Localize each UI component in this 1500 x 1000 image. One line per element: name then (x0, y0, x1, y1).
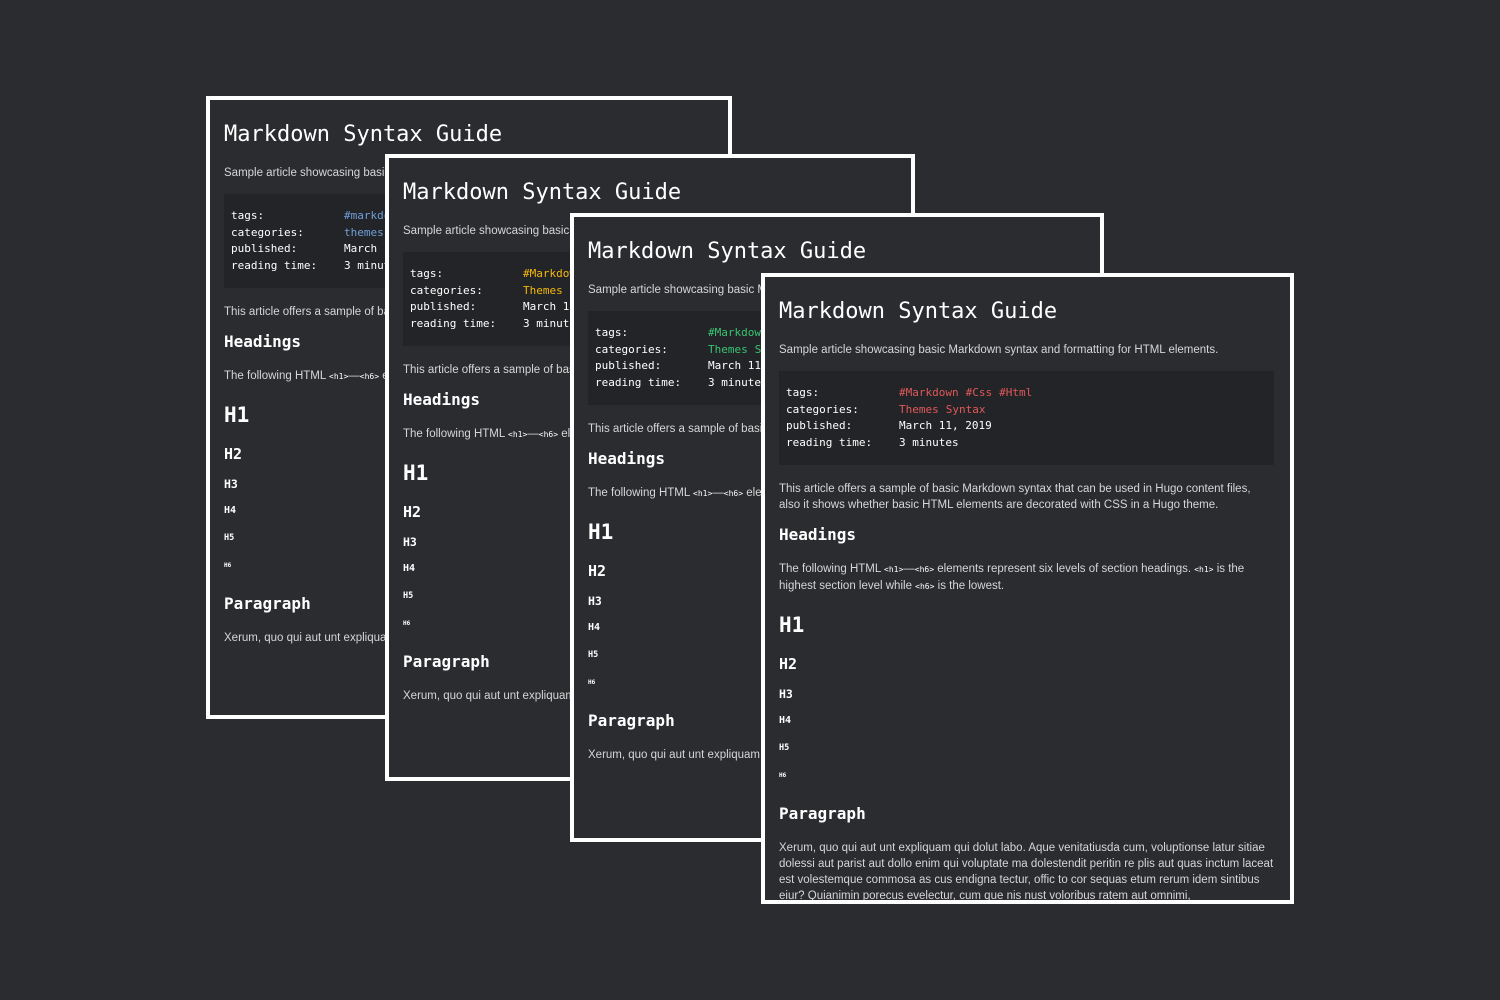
meta-tags-value: #Markdown #Css #Html (899, 385, 1039, 402)
meta-categories-label: categories: (595, 342, 668, 356)
inline-code: <h1> (693, 489, 713, 499)
section-heading-paragraph: Paragraph (779, 804, 866, 824)
meta-published-label: published: (231, 242, 298, 256)
headings-description: The following HTML <h1>—<h6> elements re… (779, 563, 1245, 593)
meta-categories-value: Themes Syntax (899, 402, 993, 419)
meta-categories-label: categories: (231, 225, 304, 239)
inline-code: <h1> (508, 430, 528, 440)
inline-code: <h6> (914, 565, 935, 575)
meta-published-label: published: (786, 419, 853, 433)
category-link[interactable]: Syntax (946, 403, 986, 416)
meta-published-value: March 11, 2019 (899, 419, 992, 433)
article-subtitle: Sample article showcasing basic Markdown… (779, 344, 1219, 356)
category-link[interactable]: Themes (899, 403, 939, 416)
heading-sample-h2: H2 (779, 655, 798, 674)
article-title: Markdown Syntax Guide (779, 299, 1058, 324)
inline-code: <h6> (723, 489, 744, 499)
inline-code: <h1> (329, 372, 349, 382)
category-link[interactable]: themes (344, 226, 384, 239)
meta-reading-time-row: reading time: 3 minutes (786, 435, 1267, 452)
paragraph-body: Xerum, quo qui aut unt expliquam qui dol… (779, 842, 1274, 903)
meta-published-label: published: (595, 359, 662, 373)
inline-code: <h6> (915, 582, 935, 592)
meta-tags-label: tags: (231, 209, 265, 222)
meta-reading-time-label: reading time: (595, 375, 682, 389)
inline-code: <h6> (359, 372, 380, 382)
meta-reading-time-value: 3 minutes (899, 435, 959, 449)
heading-sample-h3: H3 (779, 687, 793, 702)
meta-categories-row: categories: Themes Syntax (786, 402, 1267, 419)
meta-reading-time-label: reading time: (410, 316, 497, 330)
meta-tags-label: tags: (595, 326, 629, 339)
heading-sample-h6: H6 (779, 772, 787, 780)
theme-preview-stage: Markdown Syntax Guide Sample article sho… (0, 0, 1500, 1000)
tag-link[interactable]: #Markdown (899, 386, 959, 399)
inline-code: <h6> (538, 430, 559, 440)
meta-reading-time-value: 3 minutes (708, 375, 768, 389)
heading-sample-h4: H4 (779, 715, 792, 727)
heading-sample-h5: H5 (779, 743, 790, 754)
heading-sample-h1: H1 (779, 613, 805, 638)
meta-tags-label: tags: (410, 267, 444, 280)
meta-tags-row: tags: #Markdown #Css #Html (786, 385, 1267, 402)
inline-code: <h1> (1194, 565, 1214, 575)
meta-tags-label: tags: (786, 386, 820, 399)
tag-link[interactable]: #Markdown (708, 326, 768, 339)
meta-published-row: published: March 11, 2019 (786, 418, 1267, 435)
meta-categories-label: categories: (410, 283, 483, 297)
article-title: Markdown Syntax Guide (224, 122, 503, 147)
tag-link[interactable]: #Css (966, 386, 993, 399)
meta-categories-label: categories: (786, 402, 859, 416)
meta-reading-time-label: reading time: (786, 435, 873, 449)
category-link[interactable]: Themes (708, 343, 748, 356)
tag-link[interactable]: #Html (999, 386, 1032, 399)
article-meta-box: tags: #Markdown #Css #Html categories: The… (779, 371, 1274, 466)
article-title: Markdown Syntax Guide (403, 180, 682, 205)
section-heading-headings: Headings (779, 525, 857, 545)
category-link[interactable]: Themes (523, 284, 563, 297)
article-intro: This article offers a sample of basic Ma… (779, 483, 1251, 512)
meta-published-label: published: (410, 300, 477, 314)
theme-preview-card-red[interactable]: Markdown Syntax Guide Sample article sho… (761, 273, 1294, 904)
article-title: Markdown Syntax Guide (588, 239, 867, 264)
inline-code: <h1> (884, 565, 904, 575)
meta-reading-time-label: reading time: (231, 258, 318, 272)
